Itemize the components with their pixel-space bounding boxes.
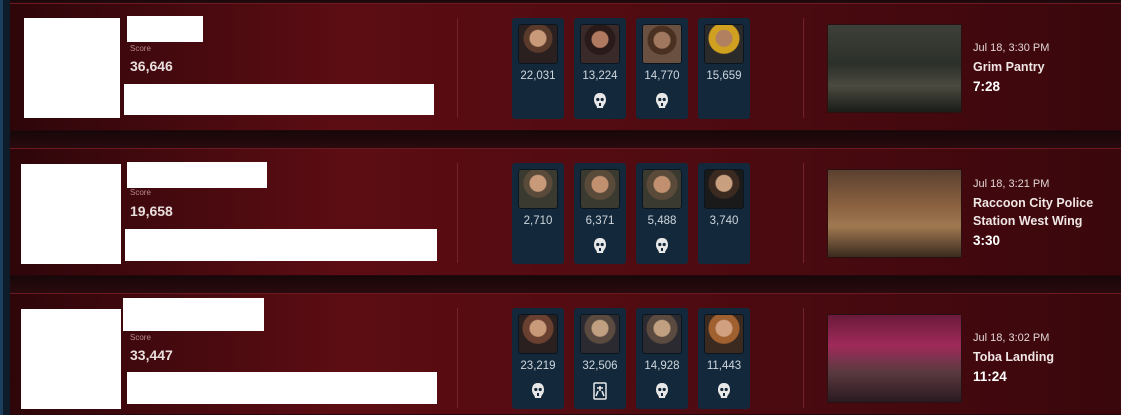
survivor-score: 13,224 [582, 70, 618, 82]
score-value: 33,447 [130, 347, 173, 363]
sacrificed-icon [532, 383, 544, 398]
player-name-redacted [123, 298, 264, 331]
survivor-portrait-icon [642, 314, 682, 354]
survivor-card[interactable]: 11,443 [698, 308, 750, 409]
map-thumbnail [827, 24, 962, 113]
survivor-portrait-icon [580, 24, 620, 64]
survivor-portrait-icon [704, 169, 744, 209]
survivor-portrait-icon [518, 314, 558, 354]
survivor-card[interactable]: 23,219 [512, 308, 564, 409]
map-name-line1: Raccoon City Police [973, 196, 1094, 210]
row-gap [10, 131, 1121, 148]
survivor-score: 23,219 [520, 360, 556, 372]
survivor-score: 3,740 [709, 215, 739, 227]
survivor-card[interactable]: 5,488 [636, 163, 688, 264]
survivor-portrait-icon [518, 169, 558, 209]
perks-redacted [127, 372, 437, 404]
survivor-score: 15,659 [706, 70, 742, 82]
survivor-score: 22,031 [520, 70, 556, 82]
match-date: Jul 18, 3:02 PM [973, 332, 1050, 344]
survivor-score: 14,770 [644, 70, 680, 82]
survivor-portrait-icon [642, 24, 682, 64]
survivor-score: 32,506 [582, 360, 618, 372]
map-name: Grim Pantry [973, 60, 1045, 74]
sacrificed-icon [594, 93, 606, 108]
survivor-card[interactable]: 6,371 [574, 163, 626, 264]
killer-portrait-redacted [21, 164, 121, 264]
survivor-portrait-icon [642, 169, 682, 209]
score-label: Score [130, 333, 151, 342]
match-row-1[interactable]: Score 36,646 22,031 13,224 14,770 15,659… [10, 3, 1121, 131]
player-name-redacted [127, 16, 203, 42]
match-duration: 7:28 [973, 79, 1001, 94]
score-value: 36,646 [130, 58, 173, 74]
player-name-redacted [127, 162, 267, 188]
divider [803, 308, 804, 408]
match-date: Jul 18, 3:30 PM [973, 42, 1050, 54]
map-thumbnail [827, 169, 962, 258]
survivor-card[interactable]: 13,224 [574, 18, 626, 119]
survivor-card[interactable]: 2,710 [512, 163, 564, 264]
survivor-score: 14,928 [644, 360, 680, 372]
perks-redacted [125, 229, 437, 261]
survivor-card[interactable]: 14,770 [636, 18, 688, 119]
match-row-2[interactable]: Score 19,658 2,710 6,371 5,488 3,740 Jul… [10, 148, 1121, 276]
score-label: Score [130, 188, 151, 197]
survivor-score: 6,371 [585, 215, 615, 227]
survivor-card[interactable]: 15,659 [698, 18, 750, 119]
map-name: Toba Landing [973, 350, 1055, 364]
survivor-portrait-icon [518, 24, 558, 64]
sacrificed-icon [718, 383, 730, 398]
survivor-card[interactable]: 3,740 [698, 163, 750, 264]
sacrificed-icon [594, 238, 606, 253]
match-duration: 3:30 [973, 233, 1001, 248]
divider [803, 18, 804, 118]
sacrificed-icon [656, 93, 668, 108]
survivor-card[interactable]: 14,928 [636, 308, 688, 409]
map-name-line2: Station West Wing [973, 214, 1083, 228]
survivor-portrait-icon [580, 169, 620, 209]
window-frame-edge [0, 0, 10, 415]
match-row-3[interactable]: Score 33,447 23,219 32,506 14,928 11,443 [10, 293, 1121, 415]
killer-portrait-redacted [24, 18, 120, 118]
killed-icon [593, 382, 607, 400]
survivor-card[interactable]: 32,506 [574, 308, 626, 409]
perks-redacted [124, 84, 434, 115]
survivor-portrait-icon [704, 314, 744, 354]
row-gap [10, 276, 1121, 293]
survivor-score: 5,488 [647, 215, 677, 227]
score-value: 19,658 [130, 203, 173, 219]
divider [803, 163, 804, 263]
score-label: Score [130, 44, 151, 53]
map-thumbnail [827, 314, 962, 403]
match-date: Jul 18, 3:21 PM [973, 178, 1050, 190]
survivor-score: 11,443 [706, 360, 742, 372]
divider [457, 308, 458, 408]
divider [457, 18, 458, 118]
match-duration: 11:24 [973, 369, 1007, 384]
divider [457, 163, 458, 263]
survivor-score: 2,710 [523, 215, 553, 227]
survivor-portrait-icon [704, 24, 744, 64]
sacrificed-icon [656, 238, 668, 253]
killer-portrait-redacted [21, 309, 121, 409]
survivor-portrait-icon [580, 314, 620, 354]
survivor-card[interactable]: 22,031 [512, 18, 564, 119]
sacrificed-icon [656, 383, 668, 398]
